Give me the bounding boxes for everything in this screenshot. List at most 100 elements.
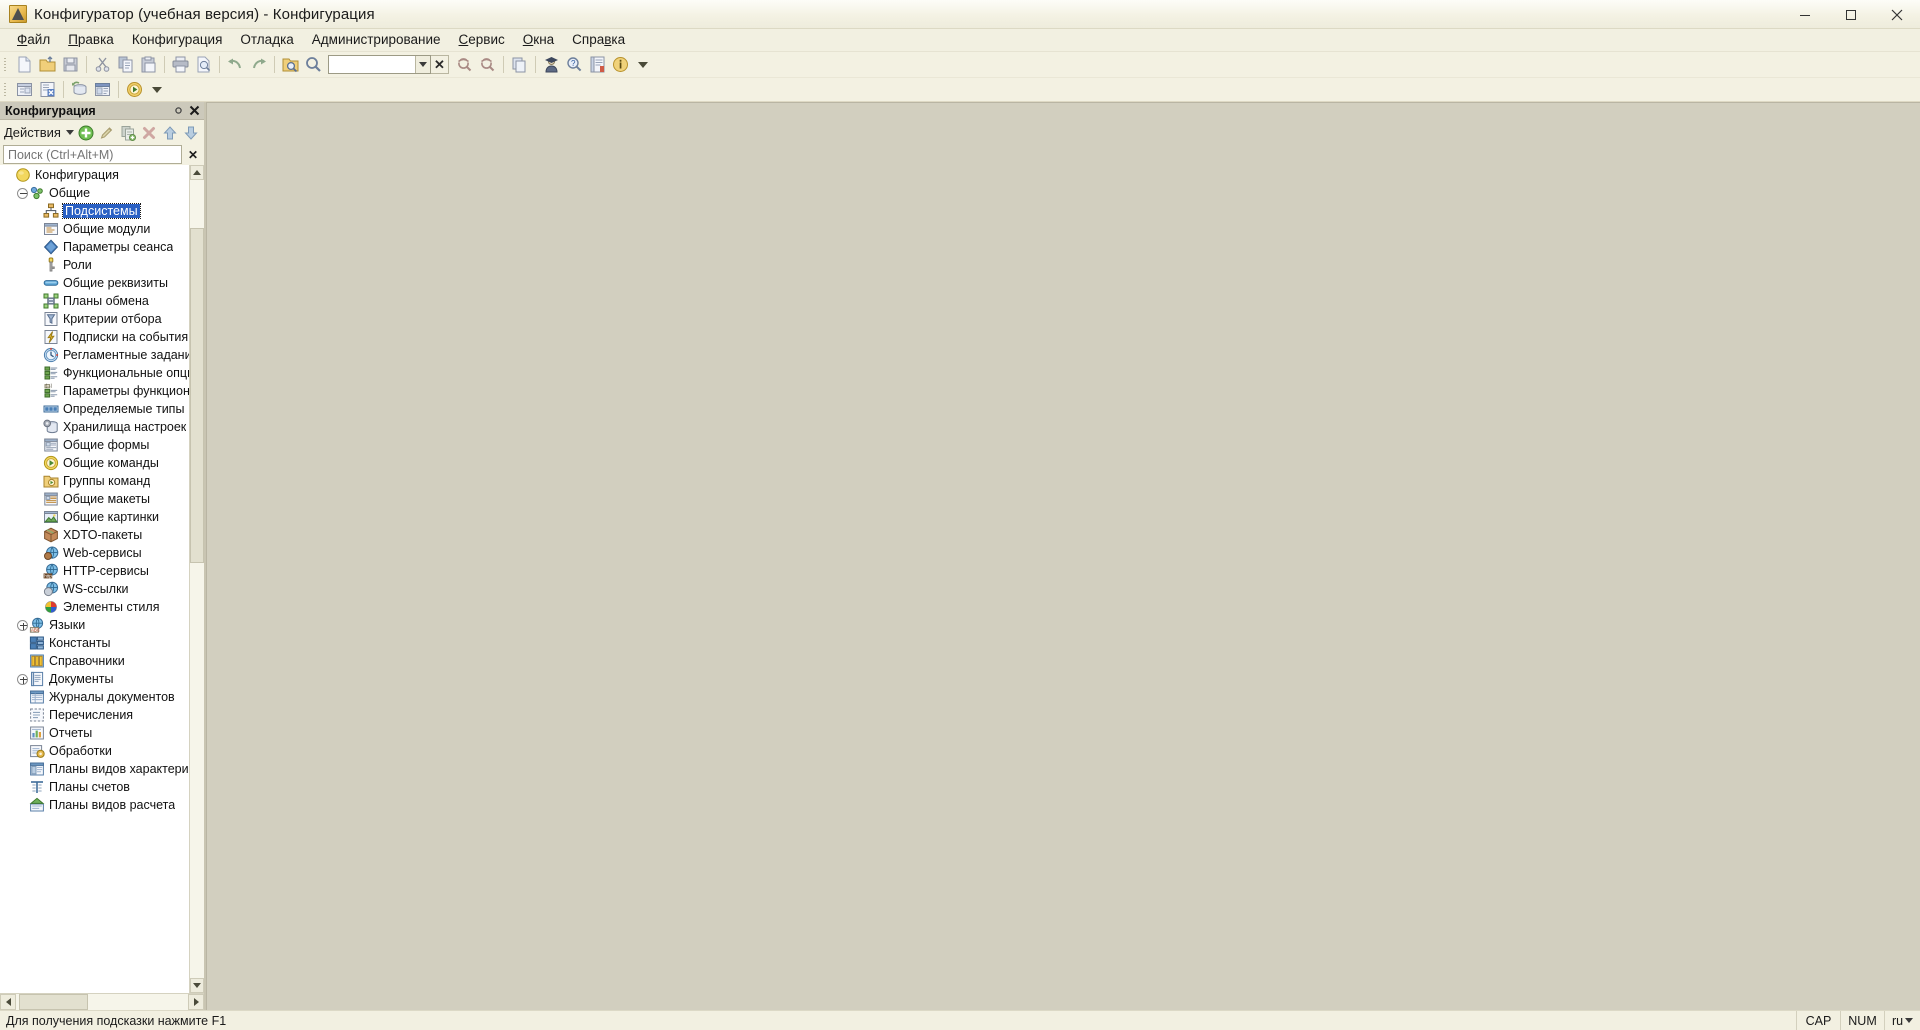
tree-item-параметры-функциональных-опций[interactable]: (...) Параметры функциональных опций: [0, 382, 189, 400]
toolbar-grip-2[interactable]: [3, 80, 10, 99]
tree-item-отчеты[interactable]: Отчеты: [0, 724, 189, 742]
tree-item-планы-счетов[interactable]: Планы счетов: [0, 778, 189, 796]
minimize-button[interactable]: [1782, 0, 1828, 29]
search-input[interactable]: [3, 145, 182, 164]
tree-vertical-scrollbar[interactable]: [189, 165, 204, 993]
tree-collapse-icon[interactable]: [16, 187, 29, 200]
move-up-button[interactable]: [160, 122, 181, 143]
tree-item-элементы-стиля[interactable]: Элементы стиля: [0, 598, 189, 616]
tree-expand-icon[interactable]: [16, 673, 29, 686]
tree-item-подсистемы[interactable]: Подсистемы: [0, 202, 189, 220]
tree-item-регламентные-задания[interactable]: Регламентные задания: [0, 346, 189, 364]
menu-administration[interactable]: Администрирование: [303, 30, 450, 50]
search-combo-input[interactable]: [329, 56, 415, 73]
close-button[interactable]: [1874, 0, 1920, 29]
edit-button[interactable]: [97, 122, 118, 143]
user-icon[interactable]: [540, 54, 563, 76]
tree-item-общие[interactable]: Общие: [0, 184, 189, 202]
tree-item-функциональные-опции[interactable]: Функциональные опции: [0, 364, 189, 382]
help-search-icon[interactable]: ?: [563, 54, 586, 76]
combo-chevron-down-icon[interactable]: [415, 56, 430, 73]
menu-windows[interactable]: Окна: [514, 30, 563, 50]
mdi-workspace[interactable]: [206, 102, 1920, 1010]
menu-configuration[interactable]: Конфигурация: [123, 30, 232, 50]
delete-button[interactable]: [139, 122, 160, 143]
menu-debug[interactable]: Отладка: [231, 30, 302, 50]
admin-panel-icon[interactable]: [91, 79, 114, 101]
print-icon[interactable]: [169, 54, 192, 76]
scroll-down-button[interactable]: [190, 978, 204, 993]
toolbar-grip[interactable]: [3, 55, 10, 74]
tree-item-хранилища-настроек[interactable]: Хранилища настроек: [0, 418, 189, 436]
clear-search-button[interactable]: ✕: [431, 55, 449, 74]
copy-icon[interactable]: [114, 54, 137, 76]
tree-item-общие-модули[interactable]: Общие модули: [0, 220, 189, 238]
tree-item-роли[interactable]: Роли: [0, 256, 189, 274]
about-icon[interactable]: [609, 54, 632, 76]
tree-item-константы[interactable]: Константы: [0, 634, 189, 652]
copy-button[interactable]: [118, 122, 139, 143]
syntax-helper-icon[interactable]: [586, 54, 609, 76]
configuration-tree[interactable]: Конфигурация Общие Подсистемы Общие модули П…: [0, 165, 189, 993]
tree-item-общие-реквизиты[interactable]: Общие реквизиты: [0, 274, 189, 292]
tree-item-планы-обмена[interactable]: Планы обмена: [0, 292, 189, 310]
actions-menu-label[interactable]: Действия: [4, 125, 61, 140]
tree-item-xdto-пакеты[interactable]: XDTO-пакеты: [0, 526, 189, 544]
tree-item-документы[interactable]: Документы: [0, 670, 189, 688]
open-file-icon[interactable]: [36, 54, 59, 76]
actions-chevron-down-icon[interactable]: [64, 122, 76, 143]
tree-item-справочники[interactable]: Справочники: [0, 652, 189, 670]
tree-item-общие-формы[interactable]: Общие формы: [0, 436, 189, 454]
tree-item-ws-ссылки[interactable]: WS-ссылки: [0, 580, 189, 598]
windows-icon[interactable]: [508, 54, 531, 76]
tree-horizontal-scrollbar[interactable]: [0, 993, 204, 1010]
vscroll-thumb[interactable]: [190, 227, 204, 564]
find-next-icon[interactable]: [476, 54, 499, 76]
scroll-left-button[interactable]: [0, 994, 16, 1010]
tree-item-перечисления[interactable]: Перечисления: [0, 706, 189, 724]
menu-file[interactable]: Файл: [8, 30, 59, 50]
tree-item-web-сервисы[interactable]: Web-сервисы: [0, 544, 189, 562]
config-compare-icon[interactable]: [36, 79, 59, 101]
menu-service[interactable]: Сервис: [450, 30, 514, 50]
paste-icon[interactable]: [137, 54, 160, 76]
cut-icon[interactable]: [91, 54, 114, 76]
search-icon[interactable]: [302, 54, 325, 76]
new-file-icon[interactable]: [13, 54, 36, 76]
tree-item-планы-видов-расчета[interactable]: Планы видов расчета: [0, 796, 189, 814]
tree-item-планы-видов-характеристик[interactable]: Планы видов характеристик: [0, 760, 189, 778]
menu-help[interactable]: Справка: [563, 30, 634, 50]
add-button[interactable]: [76, 122, 97, 143]
secondary-toolbar-overflow-icon[interactable]: [152, 86, 162, 93]
tree-item-общие-команды[interactable]: Общие команды: [0, 454, 189, 472]
language-chevron-down-icon[interactable]: [1905, 1018, 1914, 1023]
move-down-button[interactable]: [181, 122, 202, 143]
tree-item-подписки-на-события[interactable]: Подписки на события: [0, 328, 189, 346]
tree-item-http-сервисы[interactable]: http HTTP-сервисы: [0, 562, 189, 580]
undo-icon[interactable]: [224, 54, 247, 76]
tree-item-общие-картинки[interactable]: Общие картинки: [0, 508, 189, 526]
panel-close-icon[interactable]: [187, 103, 202, 118]
tree-item-параметры-сеанса[interactable]: Параметры сеанса: [0, 238, 189, 256]
tree-item-определяемые-типы[interactable]: Определяемые типы: [0, 400, 189, 418]
save-icon[interactable]: [59, 54, 82, 76]
tree-item-обработки[interactable]: Обработки: [0, 742, 189, 760]
config-window-icon[interactable]: [13, 79, 36, 101]
toolbar-overflow-icon[interactable]: [638, 61, 648, 68]
pin-icon[interactable]: [171, 103, 186, 118]
redo-icon[interactable]: [247, 54, 270, 76]
search-combo[interactable]: [328, 55, 431, 74]
tree-item-конфигурация[interactable]: Конфигурация: [0, 166, 189, 184]
tree-item-критерии-отбора[interactable]: Критерии отбора: [0, 310, 189, 328]
tree-item-языки[interactable]: ABC Языки: [0, 616, 189, 634]
hscroll-thumb[interactable]: [19, 994, 89, 1010]
update-db-config-icon[interactable]: [68, 79, 91, 101]
start-debug-icon[interactable]: [123, 79, 146, 101]
vscroll-track[interactable]: [190, 180, 204, 978]
find-prev-icon[interactable]: [453, 54, 476, 76]
status-language-indicator[interactable]: ru: [1884, 1011, 1920, 1030]
tree-item-группы-команд[interactable]: Группы команд: [0, 472, 189, 490]
search-clear-button[interactable]: ✕: [184, 145, 202, 164]
maximize-button[interactable]: [1828, 0, 1874, 29]
tree-item-журналы-документов[interactable]: Журналы документов: [0, 688, 189, 706]
